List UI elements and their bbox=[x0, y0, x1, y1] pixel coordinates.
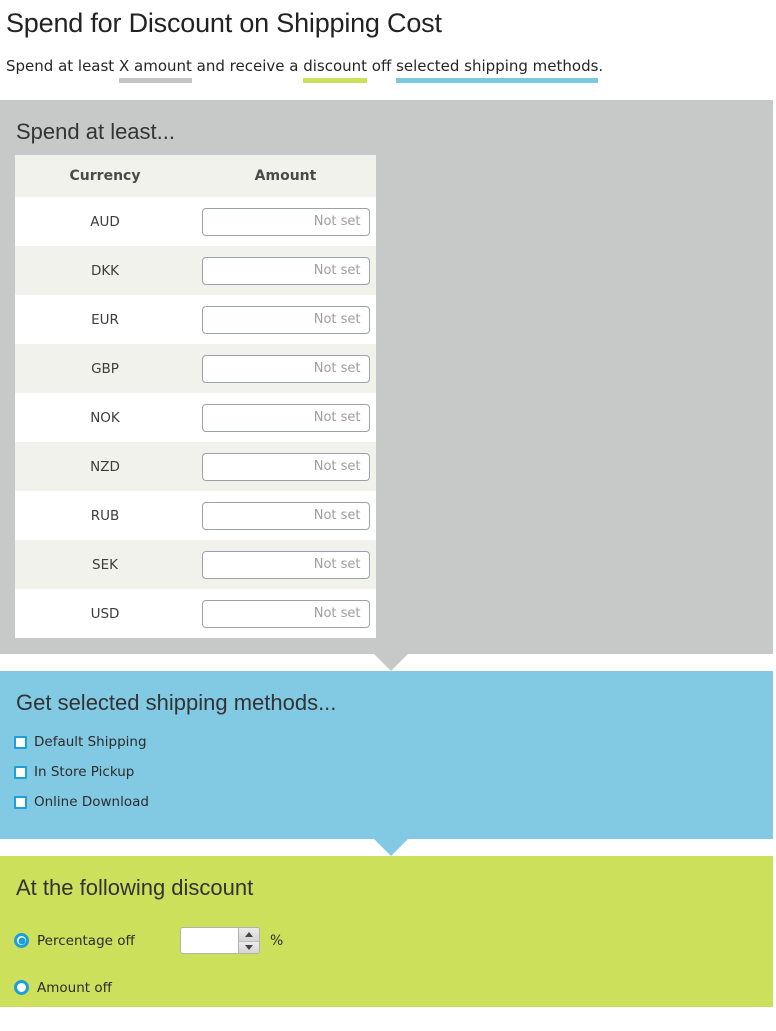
stepper-increment-button[interactable] bbox=[239, 928, 259, 941]
table-row: NOK bbox=[15, 393, 376, 442]
stepper-decrement-button[interactable] bbox=[239, 940, 259, 953]
radio-button-icon[interactable] bbox=[14, 933, 29, 948]
description-lead: Spend at least bbox=[6, 57, 119, 75]
column-header-amount: Amount bbox=[195, 155, 376, 197]
amount-input-nzd[interactable] bbox=[201, 452, 370, 481]
chevron-up-icon bbox=[245, 931, 253, 937]
currency-table-container: Currency Amount AUD DKK bbox=[0, 145, 773, 654]
percentage-input[interactable] bbox=[181, 928, 238, 953]
token-spend-amount: X amount bbox=[118, 57, 192, 83]
radio-button-icon[interactable] bbox=[14, 980, 29, 995]
checkbox-icon[interactable] bbox=[14, 795, 27, 809]
amount-input-nok[interactable] bbox=[201, 403, 370, 432]
discount-panel: At the following discount Percentage off… bbox=[0, 856, 773, 1007]
amount-cell bbox=[195, 344, 376, 393]
discount-option-label: Percentage off bbox=[37, 932, 135, 949]
description-mid-1: and receive a bbox=[191, 57, 304, 75]
shipping-method-default-shipping[interactable]: Default Shipping bbox=[14, 727, 773, 757]
amount-cell bbox=[195, 540, 376, 589]
table-row: NZD bbox=[15, 442, 376, 491]
table-body: AUD DKK EUR bbox=[15, 197, 376, 638]
discount-option-label: Amount off bbox=[37, 979, 112, 996]
amount-cell bbox=[195, 295, 376, 344]
amount-input-sek[interactable] bbox=[201, 550, 370, 579]
shipping-panel-heading: Get selected shipping methods... bbox=[16, 690, 337, 715]
amount-input-dkk[interactable] bbox=[201, 256, 370, 285]
currency-code: AUD bbox=[90, 213, 120, 230]
table-row: SEK bbox=[15, 540, 376, 589]
table-row: EUR bbox=[15, 295, 376, 344]
amount-input-usd[interactable] bbox=[201, 599, 370, 628]
currency-code: NZD bbox=[90, 458, 120, 475]
amount-input-rub[interactable] bbox=[201, 501, 370, 530]
shipping-method-label: In Store Pickup bbox=[34, 764, 135, 780]
arrow-down-icon bbox=[374, 654, 408, 671]
page-header: Spend for Discount on Shipping Cost Spen… bbox=[0, 0, 776, 83]
discount-option-amount-off[interactable]: Amount off bbox=[14, 964, 773, 1011]
amount-cell bbox=[195, 589, 376, 638]
table-row: RUB bbox=[15, 491, 376, 540]
arrow-down-icon bbox=[374, 839, 408, 856]
amount-cell bbox=[195, 491, 376, 540]
table-row: DKK bbox=[15, 246, 376, 295]
token-discount: discount bbox=[303, 57, 368, 83]
currency-amount-table: Currency Amount AUD DKK bbox=[15, 155, 376, 638]
table-row: USD bbox=[15, 589, 376, 638]
description-tail: . bbox=[598, 57, 604, 75]
percentage-stepper[interactable] bbox=[180, 927, 260, 954]
page-description: Spend at least X amount and receive a di… bbox=[4, 40, 772, 83]
stepper-buttons[interactable] bbox=[238, 928, 259, 953]
amount-cell bbox=[195, 246, 376, 295]
amount-input-gbp[interactable] bbox=[201, 354, 370, 383]
table-row: GBP bbox=[15, 344, 376, 393]
amount-cell bbox=[195, 442, 376, 491]
header-spacer bbox=[0, 77, 776, 100]
checkbox-icon[interactable] bbox=[14, 765, 27, 779]
checkbox-icon[interactable] bbox=[14, 735, 27, 749]
currency-code: EUR bbox=[91, 311, 119, 328]
percent-symbol-label: % bbox=[270, 932, 284, 949]
column-header-currency: Currency bbox=[15, 155, 195, 197]
shipping-methods-panel: Get selected shipping methods... Default… bbox=[0, 671, 773, 856]
table-row: AUD bbox=[15, 197, 376, 246]
chevron-down-icon bbox=[245, 944, 253, 950]
shipping-method-online-download[interactable]: Online Download bbox=[14, 787, 773, 817]
currency-code: SEK bbox=[92, 556, 118, 573]
table-header-row: Currency Amount bbox=[15, 155, 376, 197]
shipping-method-in-store-pickup[interactable]: In Store Pickup bbox=[14, 757, 773, 787]
discount-option-percentage-off[interactable]: Percentage off % bbox=[14, 917, 773, 964]
table-header: Currency Amount bbox=[15, 155, 376, 197]
currency-code: DKK bbox=[90, 262, 120, 279]
shipping-method-label: Default Shipping bbox=[34, 734, 147, 750]
amount-cell bbox=[195, 197, 376, 246]
description-mid-2: off bbox=[367, 57, 397, 75]
currency-code: USD bbox=[90, 605, 120, 622]
amount-cell bbox=[195, 393, 376, 442]
token-shipping-methods: selected shipping methods bbox=[396, 57, 599, 83]
discount-options-list: Percentage off % Amount off bbox=[0, 901, 773, 1031]
discount-panel-heading: At the following discount bbox=[16, 875, 254, 900]
shipping-method-label: Online Download bbox=[34, 794, 149, 810]
spend-panel-heading: Spend at least... bbox=[16, 119, 175, 144]
currency-code: NOK bbox=[90, 409, 120, 426]
spend-at-least-panel: Spend at least... Currency Amount AUD DK… bbox=[0, 100, 773, 671]
amount-input-aud[interactable] bbox=[201, 207, 370, 236]
currency-code: GBP bbox=[91, 360, 119, 377]
shipping-methods-list: Default Shipping In Store Pickup Online … bbox=[0, 716, 773, 839]
page-title: Spend for Discount on Shipping Cost bbox=[6, 8, 442, 38]
currency-code: RUB bbox=[90, 507, 120, 524]
amount-input-eur[interactable] bbox=[201, 305, 370, 334]
